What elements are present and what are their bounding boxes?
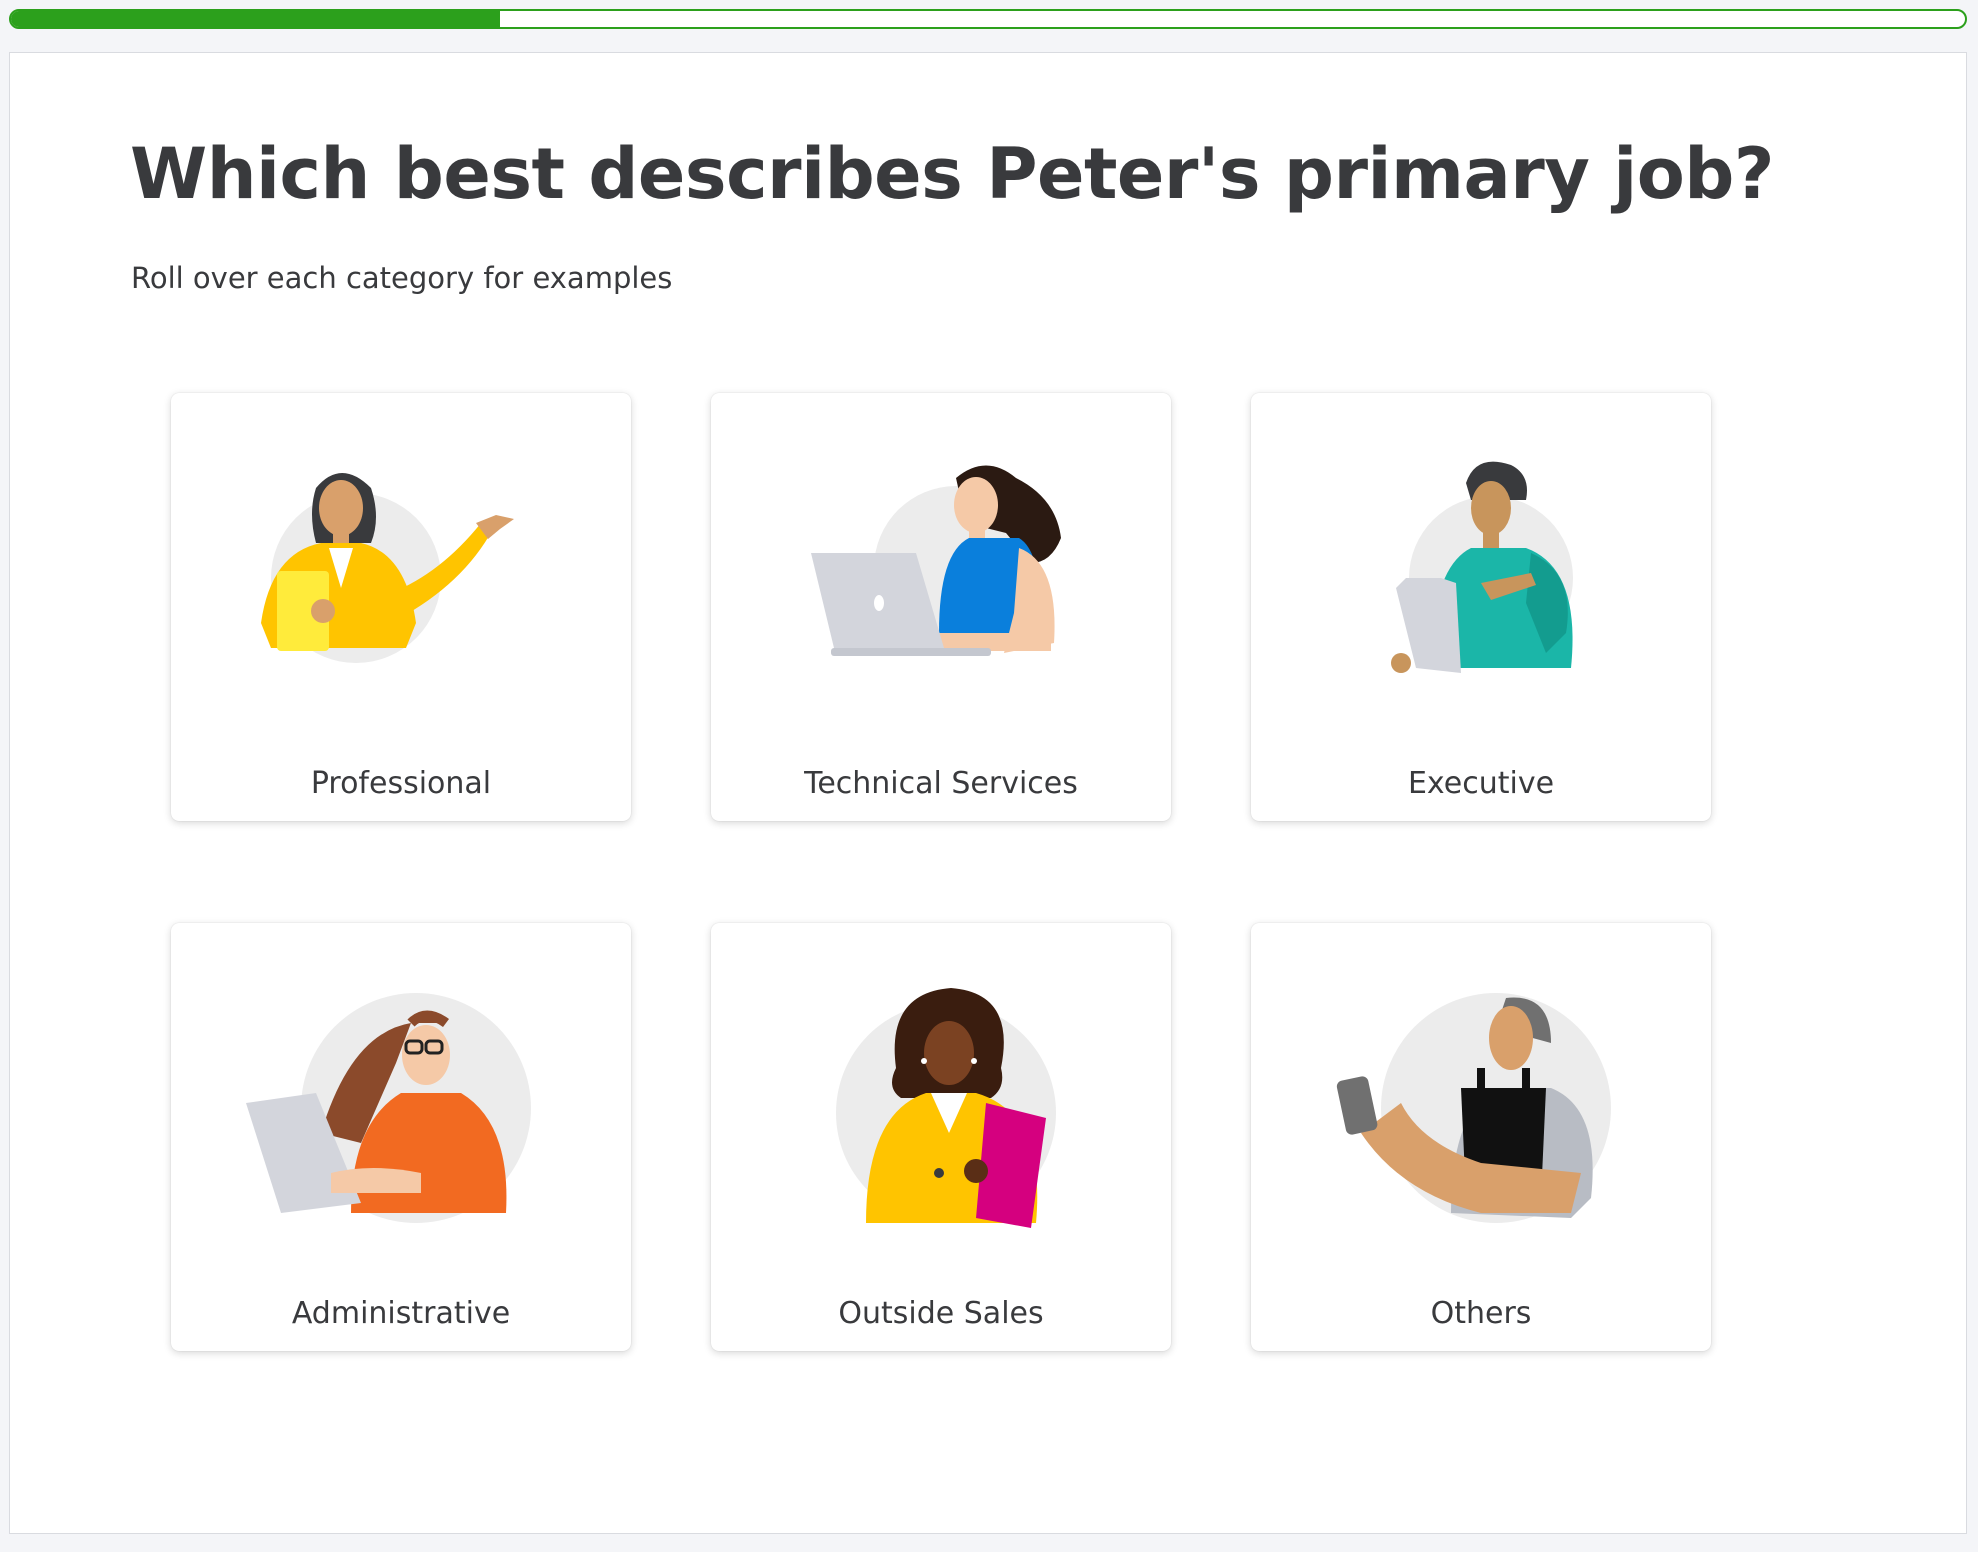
page-subtitle: Roll over each category for examples xyxy=(131,261,673,295)
page-title: Which best describes Peter's primary job… xyxy=(130,133,1775,215)
professional-woman-illustration xyxy=(261,473,514,663)
administrative-laptop-illustration xyxy=(246,993,531,1223)
option-label: Technical Services xyxy=(804,766,1078,801)
option-card-others[interactable]: Others xyxy=(1251,923,1711,1351)
option-label: Outside Sales xyxy=(838,1296,1044,1331)
option-card-executive[interactable]: Executive xyxy=(1251,393,1711,821)
option-label: Administrative xyxy=(291,1296,511,1331)
technical-services-laptop-illustration xyxy=(811,465,1061,656)
option-card-administrative[interactable]: Administrative xyxy=(171,923,631,1351)
executive-tablet-illustration xyxy=(1391,461,1573,673)
option-card-outside-sales[interactable]: Outside Sales xyxy=(711,923,1171,1351)
option-label: Professional xyxy=(310,766,492,801)
outside-sales-folder-illustration xyxy=(836,988,1056,1228)
question-panel: Which best describes Peter's primary job… xyxy=(9,52,1967,1534)
option-card-technical-services[interactable]: Technical Services xyxy=(711,393,1171,821)
option-label: Others xyxy=(1430,1296,1532,1331)
option-card-professional[interactable]: Professional xyxy=(171,393,631,821)
progress-bar-fill xyxy=(11,11,500,27)
progress-bar xyxy=(9,9,1967,29)
others-apron-phone-illustration xyxy=(1336,993,1611,1223)
option-label: Executive xyxy=(1407,766,1555,801)
